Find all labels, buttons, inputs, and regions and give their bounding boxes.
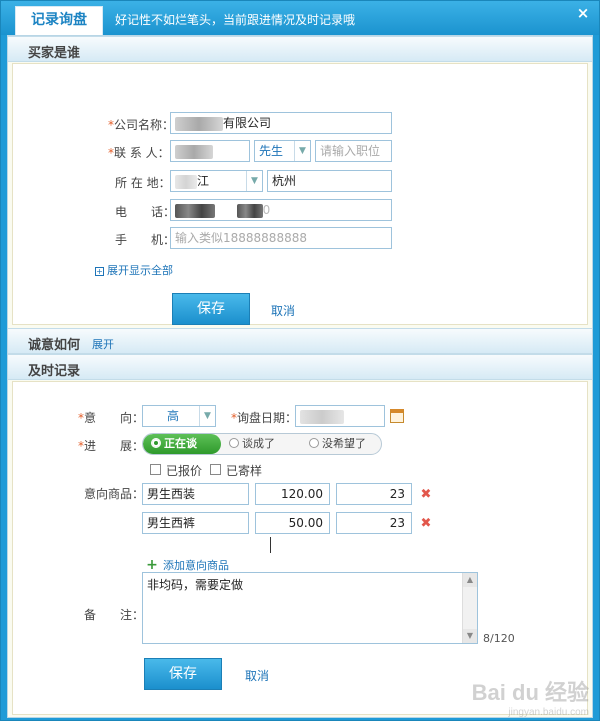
redacted-phone	[175, 203, 215, 218]
redacted-contact	[175, 144, 213, 159]
chevron-down-icon: ▼	[294, 141, 310, 161]
progress-option-hopeless[interactable]: 没希望了	[309, 434, 381, 454]
add-product-link[interactable]: 添加意向商品	[163, 557, 229, 573]
product-name-input[interactable]: 男生西裤	[142, 512, 249, 534]
record-panel: *意 向： 高 ▼ *询盘日期： *进 展： 正在谈 谈成了 没希望了 已报价 …	[12, 381, 588, 715]
radio-icon	[309, 438, 319, 448]
inquiry-date-input[interactable]	[295, 405, 385, 427]
dialog-frame: 记录询盘 好记性不如烂笔头，当前跟进情况及时记录哦 × 买家是谁 *公司名称： …	[0, 0, 600, 721]
calendar-icon[interactable]	[390, 409, 404, 423]
redacted-date	[300, 409, 344, 424]
delete-product-icon[interactable]: ✖	[420, 517, 432, 530]
record-section-header: 及时记录	[8, 354, 592, 380]
text-cursor	[270, 537, 271, 553]
mobile-input[interactable]: 输入类似18888888888	[170, 227, 392, 249]
intention-label: *意 向：	[78, 411, 145, 425]
location-label: 所 在 地：	[115, 176, 171, 190]
city-input[interactable]: 杭州	[267, 170, 392, 192]
product-qty-input[interactable]: 23	[336, 512, 412, 534]
buyer-section-header: 买家是谁	[8, 36, 592, 62]
position-input[interactable]: 请输入职位	[315, 140, 392, 162]
inquiry-date-label: *询盘日期：	[231, 411, 298, 425]
sampled-label: 已寄样	[226, 464, 263, 478]
buyer-save-button[interactable]: 保存	[172, 293, 250, 325]
notes-label: 备 注：	[84, 608, 145, 622]
radio-icon	[229, 438, 239, 448]
redacted-province	[175, 174, 197, 189]
watermark: Bai du 经验 jingyan.baidu.com	[472, 675, 589, 718]
record-cancel-link[interactable]: 取消	[245, 667, 269, 684]
mobile-label: 手 机：	[115, 233, 176, 247]
phone-input[interactable]: 0	[170, 199, 392, 221]
product-price-input[interactable]: 50.00	[255, 512, 330, 534]
plus-box-icon: +	[95, 267, 104, 276]
phone-label: 电 话：	[115, 205, 176, 219]
buyer-panel: *公司名称： 有限公司 *联 系 人： 先生 ▼ 请输入职位 所 在 地： 江 …	[12, 63, 588, 325]
tab-record-inquiry[interactable]: 记录询盘	[15, 6, 103, 35]
progress-label: *进 展：	[78, 439, 145, 453]
progress-toggle-group: 正在谈 谈成了 没希望了	[142, 433, 382, 455]
record-save-button[interactable]: 保存	[144, 658, 222, 690]
product-name-input[interactable]: 男生西装	[142, 483, 249, 505]
contact-name-input[interactable]	[170, 140, 250, 162]
quoted-checkbox[interactable]	[150, 464, 161, 475]
scroll-down-icon[interactable]: ▼	[463, 629, 477, 643]
product-qty-input[interactable]: 23	[336, 483, 412, 505]
intent-section-header: 诚意如何 展开	[8, 328, 592, 354]
record-section-title: 及时记录	[28, 364, 81, 379]
title-hint: 好记性不如烂笔头，当前跟进情况及时记录哦	[115, 13, 356, 27]
watermark-logo: Bai du 经验	[471, 680, 589, 705]
notes-scrollbar[interactable]: ▲ ▼	[462, 573, 477, 643]
sampled-checkbox[interactable]	[210, 464, 221, 475]
plus-icon[interactable]: +	[146, 558, 158, 572]
province-select[interactable]: 江 ▼	[170, 170, 263, 192]
products-label: 意向商品：	[84, 487, 145, 501]
intent-expand-link[interactable]: 展开	[92, 336, 114, 352]
buyer-cancel-link[interactable]: 取消	[271, 302, 295, 319]
company-input[interactable]: 有限公司	[170, 112, 392, 134]
contact-title-select[interactable]: 先生 ▼	[254, 140, 311, 162]
watermark-url: jingyan.baidu.com	[508, 707, 589, 718]
product-price-input[interactable]: 120.00	[255, 483, 330, 505]
chevron-down-icon: ▼	[246, 171, 262, 191]
buyer-section-title: 买家是谁	[28, 46, 81, 61]
dialog-content: 买家是谁 *公司名称： 有限公司 *联 系 人： 先生 ▼ 请输入职位 所 在 …	[7, 35, 593, 718]
notes-counter: 8/120	[483, 632, 515, 645]
progress-option-done[interactable]: 谈成了	[229, 434, 303, 454]
contact-label: *联 系 人：	[108, 146, 170, 160]
delete-product-icon[interactable]: ✖	[420, 488, 432, 501]
quoted-label: 已报价	[166, 464, 203, 478]
intention-select[interactable]: 高 ▼	[142, 405, 216, 427]
radio-icon	[151, 438, 161, 448]
redacted-company	[175, 116, 223, 131]
notes-textarea[interactable]: 非均码，需要定做 ▲ ▼	[142, 572, 478, 644]
company-label: *公司名称：	[108, 118, 175, 132]
chevron-down-icon: ▼	[199, 406, 215, 426]
expand-all-link[interactable]: + 展开显示全部	[95, 262, 173, 278]
scroll-up-icon[interactable]: ▲	[463, 573, 477, 587]
progress-option-negotiating[interactable]: 正在谈	[143, 434, 221, 454]
intent-section-title: 诚意如何	[28, 338, 81, 353]
close-icon[interactable]: ×	[575, 5, 591, 21]
dialog-titlebar: 记录询盘 好记性不如烂笔头，当前跟进情况及时记录哦 ×	[1, 1, 599, 35]
